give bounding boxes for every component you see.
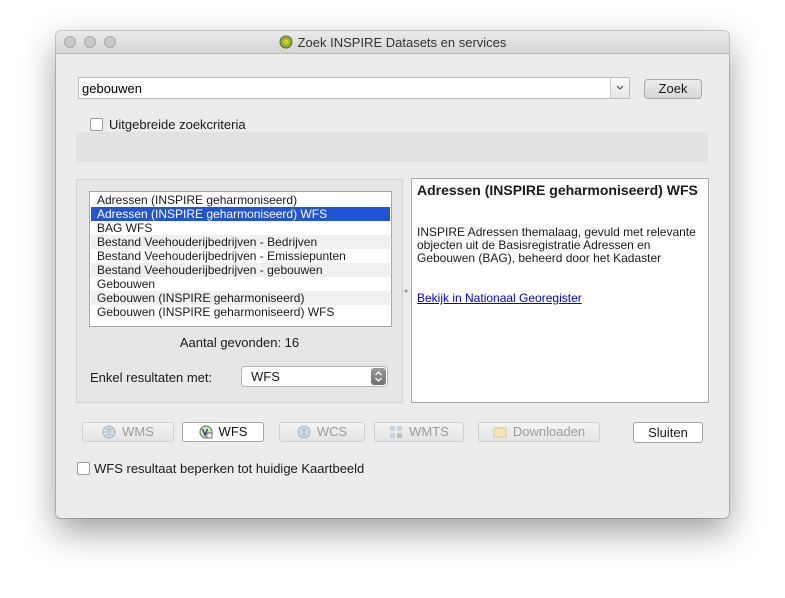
window-title: Zoek INSPIRE Datasets en services: [297, 35, 507, 50]
list-item-selected[interactable]: Adressen (INSPIRE geharmoniseerd) WFS: [91, 207, 390, 221]
download-icon: [493, 427, 507, 438]
close-button[interactable]: Sluiten: [633, 422, 703, 443]
wfs-button[interactable]: WFS: [182, 422, 264, 442]
window-title-area: Zoek INSPIRE Datasets en services: [56, 35, 729, 50]
splitter-handle[interactable]: ●: [404, 288, 408, 295]
list-item[interactable]: BAG WFS: [91, 221, 390, 235]
dialog-window: Zoek INSPIRE Datasets en services Zoek U…: [56, 31, 729, 518]
limit-extent-label: WFS resultaat beperken tot huidige Kaart…: [94, 461, 365, 476]
results-count: Aantal gevonden: 16: [179, 335, 300, 350]
details-title: Adressen (INSPIRE geharmoniseerd) WFS: [417, 182, 698, 198]
list-item[interactable]: Bestand Veehouderijbedrijven - Bedrijven: [91, 235, 390, 249]
wcs-button[interactable]: WCS: [279, 422, 365, 442]
results-panel: Adressen (INSPIRE geharmoniseerd) Adress…: [76, 179, 403, 403]
advanced-criteria-label: Uitgebreide zoekcriteria: [109, 117, 246, 132]
details-description: INSPIRE Adressen themalaag, gevuld met r…: [417, 225, 696, 265]
list-item[interactable]: Adressen (INSPIRE geharmoniseerd): [91, 193, 390, 207]
details-panel: Adressen (INSPIRE geharmoniseerd) WFS IN…: [411, 178, 709, 403]
search-combobox[interactable]: [78, 77, 630, 99]
georegister-link[interactable]: Bekijk in Nationaal Georegister: [417, 291, 582, 305]
service-filter-select[interactable]: WFS: [241, 366, 388, 387]
results-list[interactable]: Adressen (INSPIRE geharmoniseerd) Adress…: [89, 191, 392, 327]
wms-button[interactable]: WMS: [82, 422, 174, 442]
title-bar: Zoek INSPIRE Datasets en services: [56, 31, 729, 54]
wcs-label: WCS: [316, 424, 348, 439]
list-item[interactable]: Gebouwen (INSPIRE geharmoniseerd) WFS: [91, 305, 390, 319]
download-button[interactable]: Downloaden: [478, 422, 600, 442]
wmts-button[interactable]: WMTS: [374, 422, 464, 442]
chevron-down-icon: [616, 85, 624, 90]
download-label: Downloaden: [512, 424, 586, 439]
advanced-criteria-checkbox[interactable]: [90, 118, 103, 131]
wfs-label: WFS: [218, 424, 248, 439]
combobox-dropdown-button[interactable]: [610, 78, 629, 98]
service-filter-value: WFS: [251, 369, 280, 384]
globe-icon: [102, 425, 116, 439]
globe-icon: [297, 425, 311, 439]
advanced-criteria-panel: [76, 132, 708, 162]
limit-extent-checkbox[interactable]: [77, 462, 90, 475]
wfs-layer-icon: [199, 425, 213, 439]
search-button[interactable]: Zoek: [644, 79, 702, 99]
wmts-label: WMTS: [409, 424, 449, 439]
filter-label: Enkel resultaten met:: [90, 370, 213, 385]
list-item[interactable]: Bestand Veehouderijbedrijven - Emissiepu…: [91, 249, 390, 263]
tiles-icon: [390, 426, 403, 438]
list-item[interactable]: Bestand Veehouderijbedrijven - gebouwen: [91, 263, 390, 277]
wms-label: WMS: [122, 424, 154, 439]
search-input[interactable]: [81, 79, 608, 97]
list-item[interactable]: Gebouwen (INSPIRE geharmoniseerd): [91, 291, 390, 305]
qgis-icon: [279, 35, 293, 49]
updown-chevron-icon: [371, 368, 386, 385]
list-item[interactable]: Gebouwen: [91, 277, 390, 291]
